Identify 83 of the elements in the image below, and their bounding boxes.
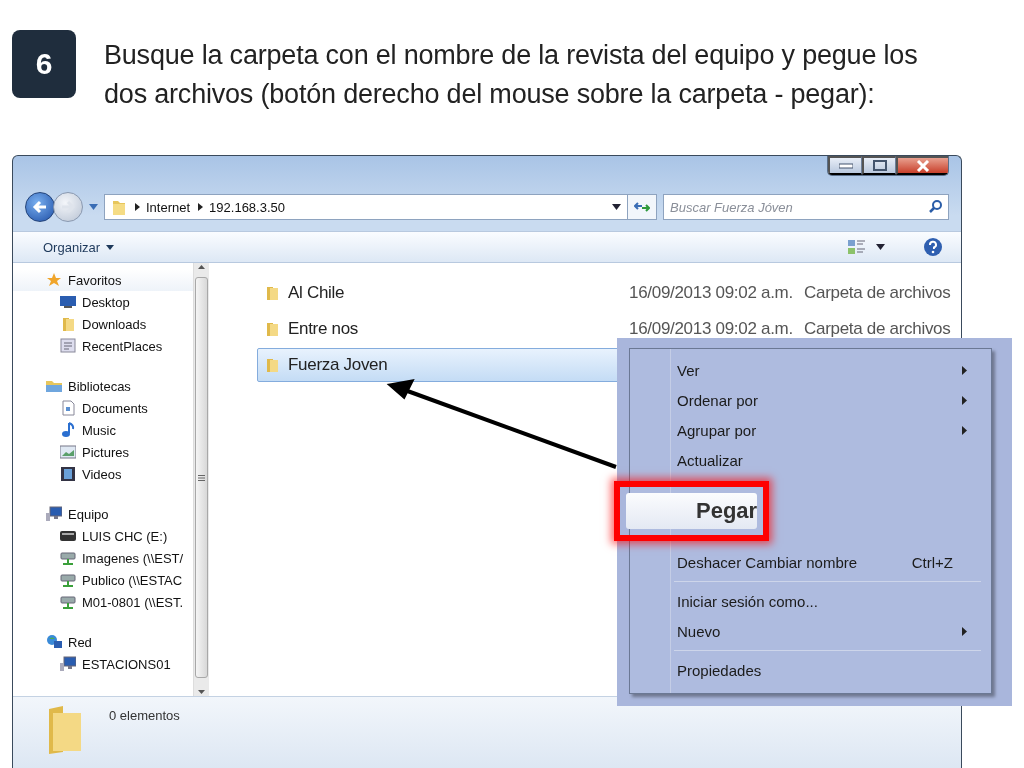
sidebar-group[interactable]: Equipo <box>13 503 193 525</box>
menu-item[interactable]: Deshacer Cambiar nombre Ctrl+Z <box>630 547 981 577</box>
menu-item[interactable]: Iniciar sesión como... <box>630 586 981 616</box>
file-item[interactable]: Entre nos <box>257 312 629 346</box>
close-icon <box>916 159 930 172</box>
sidebar-item[interactable]: RecentPlaces <box>13 335 193 357</box>
caret-icon <box>106 244 115 250</box>
maximize-button[interactable] <box>862 156 896 175</box>
sidebar-item[interactable]: M01-0801 (\\EST. <box>13 591 193 613</box>
folder-icon <box>111 198 127 216</box>
minimize-button[interactable] <box>828 156 862 175</box>
file-date: 16/09/2013 09:02 a.m. <box>629 283 794 303</box>
sidebar-item[interactable]: LUIS CHC (E:) <box>13 525 193 547</box>
submenu-arrow-icon <box>962 365 967 375</box>
file-type: Carpeta de archivos <box>804 283 951 303</box>
menu-item[interactable]: Nuevo <box>630 616 981 646</box>
file-item[interactable]: Al Chile <box>257 276 629 310</box>
file-date: 16/09/2013 09:02 a.m. <box>629 319 794 339</box>
sidebar-group[interactable]: Bibliotecas <box>13 375 193 397</box>
film-icon <box>60 466 76 482</box>
close-button[interactable] <box>896 156 948 175</box>
search-field[interactable]: Buscar Fuerza Jóven <box>663 194 949 220</box>
scroll-up-icon[interactable] <box>198 265 205 269</box>
sidebar-item[interactable]: Imagenes (\\EST/ <box>13 547 193 569</box>
folder-icon <box>47 705 83 755</box>
menu-item[interactable]: Agrupar por <box>630 415 981 445</box>
picture-icon <box>60 444 76 460</box>
scrollbar[interactable] <box>193 263 209 696</box>
submenu-arrow-icon <box>962 425 967 435</box>
refresh-button[interactable] <box>627 194 657 220</box>
folder-icon <box>264 357 280 373</box>
help-icon[interactable] <box>923 237 943 257</box>
monitor-icon <box>60 294 76 310</box>
network-drive-icon <box>60 594 76 610</box>
computer-icon <box>46 506 62 522</box>
sidebar-item[interactable]: Documents <box>13 397 193 419</box>
breadcrumb-arrow-icon[interactable] <box>135 203 140 211</box>
refresh-arrows-icon <box>634 201 650 213</box>
submenu-arrow-icon <box>962 626 967 636</box>
sidebar-item[interactable]: Downloads <box>13 313 193 335</box>
breadcrumb-item[interactable]: Internet <box>146 199 191 215</box>
step-number-badge: 6 <box>12 30 76 98</box>
network-icon <box>46 634 62 650</box>
grip-icon <box>198 474 205 481</box>
recent-places-icon <box>60 338 76 354</box>
menu-item[interactable]: Propiedades <box>630 655 981 685</box>
menu-item[interactable]: Pegar <box>614 481 770 541</box>
music-note-icon <box>60 422 76 438</box>
library-folder-icon <box>46 378 62 394</box>
sidebar-group[interactable]: Red <box>13 631 193 653</box>
dropdown-icon[interactable] <box>876 244 885 250</box>
organize-menu[interactable]: Organizar <box>43 237 115 257</box>
sidebar-item[interactable]: ESTACIONS01 <box>13 653 193 675</box>
computer-icon <box>60 656 76 672</box>
folder-icon <box>264 285 280 301</box>
folder-icon <box>60 316 76 332</box>
network-drive-icon <box>60 572 76 588</box>
sidebar-item[interactable]: Pictures <box>13 441 193 463</box>
file-type: Carpeta de archivos <box>804 319 951 339</box>
minimize-icon <box>838 162 853 169</box>
drive-icon <box>60 528 76 544</box>
back-arrow-icon <box>32 200 48 214</box>
sidebar-item[interactable]: Music <box>13 419 193 441</box>
sidebar-item[interactable]: Videos <box>13 463 193 485</box>
instruction-text: Busque la carpeta con el nombre de la revista del equipo y pegue los dos archivos (botón derecho del mouse sobre la carpeta - pegar): <box>104 39 919 111</box>
menu-item[interactable]: Ordenar por <box>630 385 981 415</box>
item-count: 0 elementos <box>109 708 180 723</box>
back-button[interactable] <box>25 192 55 222</box>
address-bar[interactable]: Internet 192.168.3.50 <box>104 194 628 220</box>
star-icon <box>46 272 62 288</box>
network-drive-icon <box>60 550 76 566</box>
folder-icon <box>264 321 280 337</box>
menu-item[interactable]: Actualizar <box>630 445 981 475</box>
submenu-arrow-icon <box>962 395 967 405</box>
breadcrumb-item[interactable]: 192.168.3.50 <box>209 199 285 215</box>
sidebar-item[interactable]: Desktop <box>13 291 193 313</box>
sidebar-item[interactable]: Publico (\\ESTAC <box>13 569 193 591</box>
scroll-down-icon[interactable] <box>198 690 205 694</box>
dropdown-icon[interactable] <box>612 204 621 210</box>
maximize-icon <box>872 160 887 171</box>
breadcrumb-arrow-icon[interactable] <box>198 203 204 211</box>
document-icon <box>60 400 76 416</box>
search-icon <box>929 200 942 213</box>
